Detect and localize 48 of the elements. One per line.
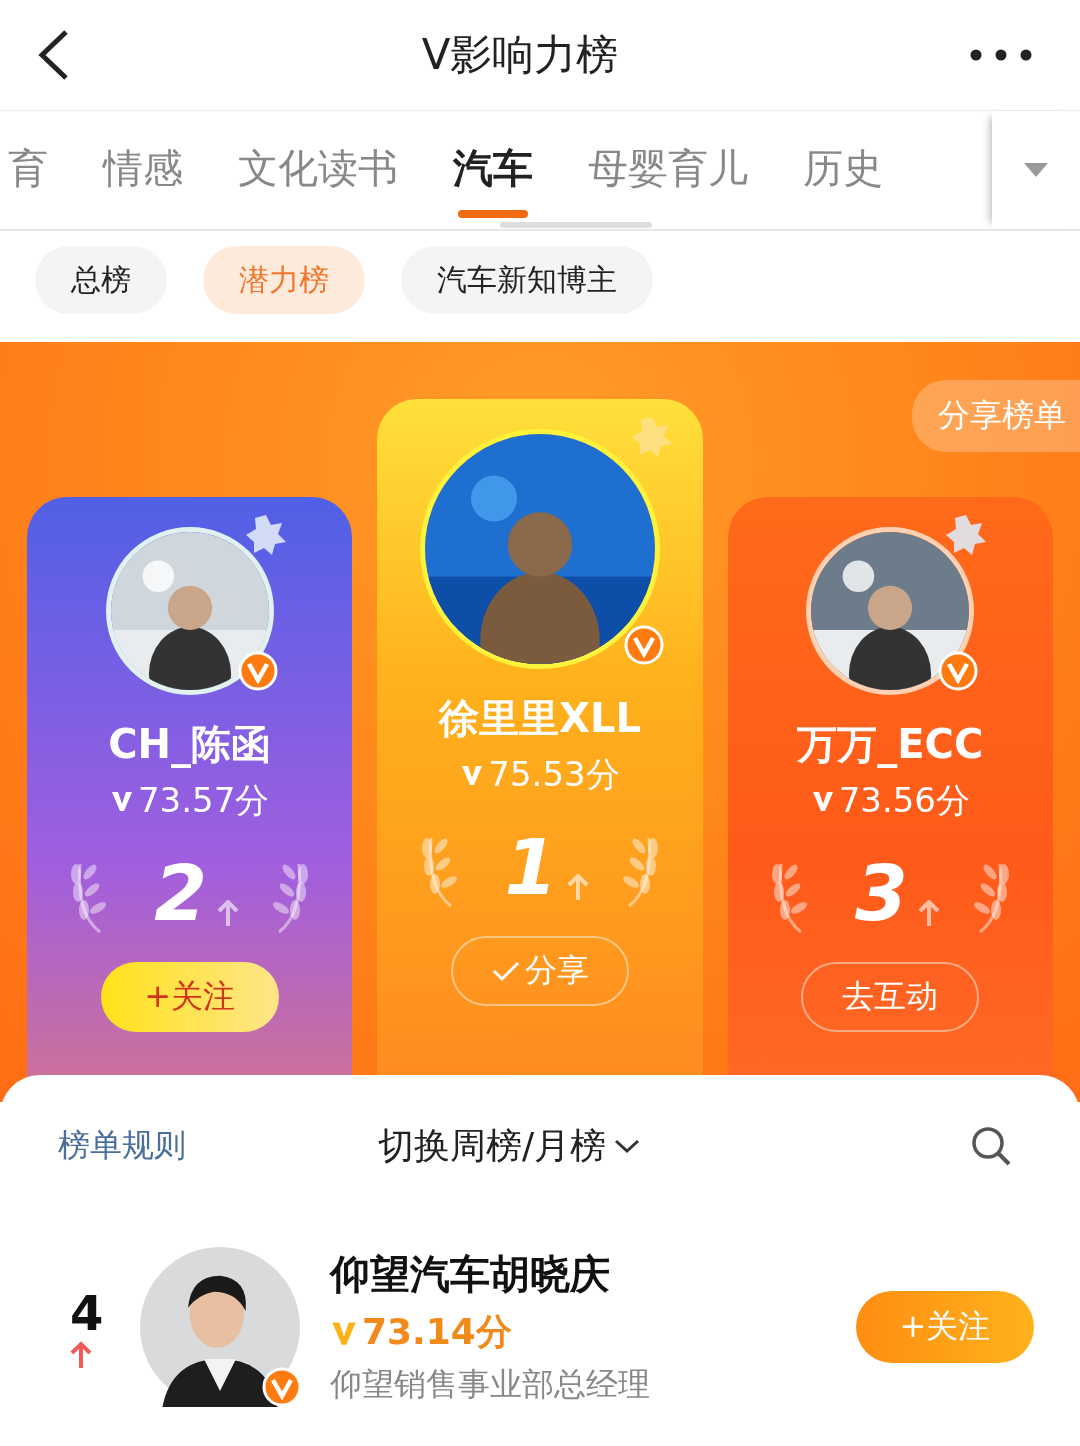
score-text: 73.57分 <box>138 779 270 822</box>
up-arrow-icon <box>217 900 240 928</box>
category-tab[interactable]: 历史 <box>803 122 883 218</box>
category-tab[interactable]: 育 <box>8 122 48 218</box>
user-name: 徐里里XLL <box>439 694 641 743</box>
check-icon <box>491 959 521 983</box>
user-name: CH_陈函 <box>108 720 272 770</box>
interact-button[interactable]: 去互动 <box>801 962 980 1032</box>
follow-button[interactable]: +关注 <box>100 962 279 1032</box>
rank-number: 3 <box>854 854 908 934</box>
rank-number: 2 <box>154 854 208 934</box>
up-arrow-icon <box>567 874 590 902</box>
verified-icon <box>262 1367 302 1407</box>
filter-chip[interactable]: 汽车新知博主 <box>401 246 653 314</box>
category-tab[interactable]: 情感 <box>103 122 183 218</box>
score-text: 73.14分 <box>362 1310 512 1354</box>
verified-icon <box>237 651 278 691</box>
rank-number: 1 <box>504 828 558 908</box>
category-tab[interactable]: 文化读书 <box>238 122 398 218</box>
score-text: 73.56分 <box>838 779 970 822</box>
user-name: 仰望汽车胡晓庆 <box>330 1250 611 1299</box>
category-tab[interactable]: 母婴育儿 <box>588 122 748 218</box>
up-arrow-icon <box>917 900 940 928</box>
v-icon <box>810 789 835 813</box>
category-tab[interactable]: 汽车 <box>453 122 533 218</box>
verified-icon <box>938 651 979 691</box>
back-icon[interactable] <box>36 29 70 81</box>
user-description: 仰望销售事业部总经理 <box>330 1364 651 1405</box>
page-title: V影响力榜 <box>421 29 619 81</box>
follow-button[interactable]: +关注 <box>856 1291 1034 1363</box>
filter-chip[interactable]: 总榜 <box>35 246 167 314</box>
rules-link[interactable]: 榜单规则 <box>58 1124 378 1168</box>
share-list-button[interactable]: 分享榜单 <box>912 380 1080 452</box>
period-switch[interactable]: 切换周榜/月榜 <box>378 1121 970 1171</box>
score-text: 75.53分 <box>488 753 620 796</box>
star-badge-icon <box>944 513 989 557</box>
dropdown-icon[interactable] <box>1023 162 1049 178</box>
verified-icon <box>624 625 664 665</box>
v-icon <box>110 789 134 813</box>
v-icon <box>460 763 485 787</box>
search-icon[interactable] <box>970 1125 1012 1167</box>
user-name: 万万_ECC <box>797 720 984 770</box>
star-badge-icon <box>630 415 674 459</box>
rank-number: 4 <box>70 1285 104 1341</box>
more-icon[interactable] <box>970 49 1032 61</box>
up-arrow-icon <box>70 1341 92 1369</box>
share-button[interactable]: 分享 <box>451 936 629 1006</box>
filter-chip[interactable]: 潜力榜 <box>203 246 365 314</box>
